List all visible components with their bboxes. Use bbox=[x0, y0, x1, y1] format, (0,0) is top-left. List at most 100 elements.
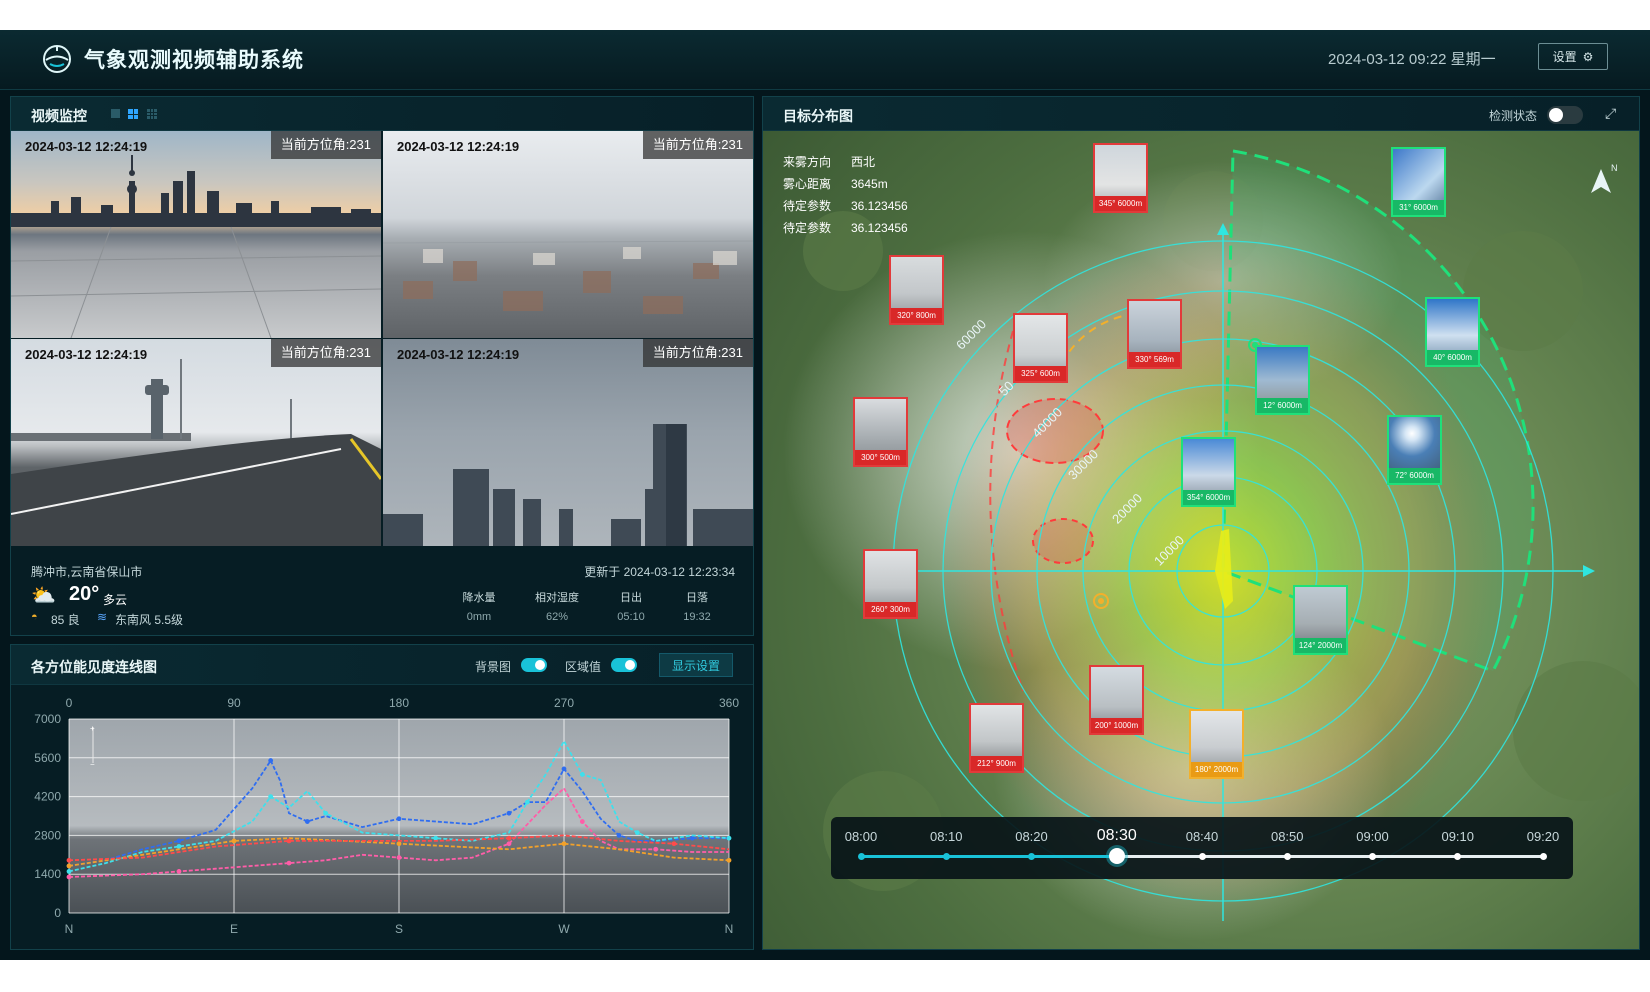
series-point bbox=[176, 869, 182, 874]
target-thumbnail[interactable]: 212° 900m bbox=[969, 703, 1024, 773]
timeline-tick-dot[interactable] bbox=[1454, 853, 1462, 860]
video-timestamp: 2024-03-12 12:24:19 bbox=[397, 347, 520, 362]
series-point bbox=[653, 846, 659, 852]
video-scene-skyline bbox=[11, 155, 381, 338]
y-tick-label: 0 bbox=[54, 906, 61, 920]
north-arrow-icon: N bbox=[1591, 163, 1618, 193]
background-toggle[interactable] bbox=[521, 658, 547, 672]
target-thumbnail[interactable]: 354° 6000m bbox=[1181, 437, 1236, 507]
threshold-toggle[interactable] bbox=[611, 658, 637, 672]
series-point bbox=[433, 835, 439, 841]
timeline-tick-dot[interactable] bbox=[1283, 853, 1291, 860]
series-point bbox=[268, 758, 274, 763]
layout-nine-icon[interactable] bbox=[147, 109, 157, 119]
target-thumbnail[interactable]: 330° 569m bbox=[1127, 299, 1182, 369]
visibility-panel: 各方位能见度连线图 背景图 区域值 显示设置 7000 5600 4200 2800 1… bbox=[10, 644, 754, 950]
stat-sunrise-label: 日出 bbox=[620, 592, 642, 604]
timeline-time-label[interactable]: 09:20 bbox=[1513, 829, 1573, 844]
svg-text:N: N bbox=[1611, 163, 1618, 173]
weather-location: 腾冲市,云南省保山市 bbox=[31, 565, 143, 579]
fullscreen-icon[interactable]: ⤢ bbox=[1605, 105, 1616, 122]
target-thumbnail[interactable]: 200° 1000m bbox=[1089, 665, 1144, 735]
aqi-icon: ◓ bbox=[31, 611, 38, 623]
target-thumbnail[interactable]: 40° 6000m bbox=[1425, 297, 1480, 367]
svg-text:−: − bbox=[90, 760, 95, 769]
timeline-time-label[interactable]: 08:00 bbox=[831, 829, 891, 844]
timeline-tick-dot[interactable] bbox=[1539, 853, 1547, 860]
video-tile-2[interactable]: 2024-03-12 12:24:19 当前方位角:231 bbox=[383, 131, 753, 338]
series-point bbox=[726, 857, 732, 863]
weather-strip: 腾冲市,云南省保山市 更新于 2024-03-12 12:23:34 ⛅ 20°… bbox=[11, 549, 753, 635]
timeline-tick-dot[interactable] bbox=[857, 853, 865, 860]
visibility-panel-header: 各方位能见度连线图 背景图 区域值 显示设置 bbox=[11, 645, 753, 685]
target-thumbnail[interactable]: 12° 6000m bbox=[1255, 345, 1310, 415]
weather-aqi: 85 良 bbox=[51, 613, 80, 627]
series-point bbox=[286, 860, 292, 866]
map-panel-title: 目标分布图 bbox=[783, 108, 853, 124]
settings-button[interactable]: 设置 ⚙ bbox=[1538, 43, 1608, 70]
video-panel-title: 视频监控 bbox=[31, 108, 87, 124]
series-point bbox=[524, 799, 530, 805]
layout-single-icon[interactable] bbox=[111, 109, 120, 118]
timeline-tick-dot[interactable] bbox=[1198, 853, 1206, 860]
video-timestamp: 2024-03-12 12:24:19 bbox=[25, 139, 148, 154]
video-scene-towers bbox=[383, 424, 753, 546]
series-point bbox=[231, 838, 237, 844]
video-tile-4[interactable]: 2024-03-12 12:24:19 当前方位角:231 bbox=[383, 339, 753, 546]
timeline-bar: 08:00 08:10 08:20 08:30 08:40 08:50 09:00 09:10… bbox=[831, 817, 1573, 879]
target-thumbnail[interactable]: 320° 800m bbox=[889, 255, 944, 325]
stat-humidity-label: 相对湿度 bbox=[535, 592, 579, 604]
x-tick-label-top: 360 bbox=[719, 696, 739, 710]
x-tick-label-bottom: S bbox=[395, 922, 403, 936]
map-canvas[interactable]: N 60000 50 40000 30000 20000 10000 来雾方向西… bbox=[763, 131, 1639, 949]
timeline-time-label[interactable]: 09:10 bbox=[1428, 829, 1488, 844]
y-tick-label: 5600 bbox=[34, 751, 61, 765]
x-tick-label-bottom: E bbox=[230, 922, 238, 936]
x-tick-label-bottom: N bbox=[65, 922, 74, 936]
stat-sunset-label: 日落 bbox=[686, 592, 708, 604]
series-point bbox=[561, 766, 567, 772]
chart-x-ticks-top: 0 90 180 270 360 bbox=[66, 696, 740, 710]
detection-status-toggle[interactable] bbox=[1547, 106, 1583, 124]
chart-y-ticks: 7000 5600 4200 2800 1400 0 bbox=[34, 712, 61, 920]
stat-precip-label: 降水量 bbox=[462, 592, 496, 604]
series-point bbox=[726, 835, 732, 841]
timeline-time-label[interactable]: 08:30 bbox=[1087, 827, 1147, 845]
timeline-time-label[interactable]: 08:20 bbox=[1002, 829, 1062, 844]
series-point bbox=[634, 830, 640, 836]
target-thumbnail[interactable]: 325° 600m bbox=[1013, 313, 1068, 383]
target-thumbnail[interactable]: 345° 6000m bbox=[1093, 143, 1148, 213]
video-tile-3[interactable]: 2024-03-12 12:24:19 当前方位角:231 bbox=[11, 339, 381, 546]
timeline-tick-dot[interactable] bbox=[942, 853, 950, 860]
stat-sunrise-value: 05:10 bbox=[617, 611, 645, 623]
series-point bbox=[689, 835, 695, 841]
datetime-display: 2024-03-12 09:22 星期一 bbox=[1328, 51, 1496, 68]
video-panel: 视频监控 2024-03-12 12:24:19 当前方位角:231 2024-… bbox=[10, 96, 754, 636]
target-thumbnail[interactable]: 31° 6000m bbox=[1391, 147, 1446, 217]
display-settings-button[interactable]: 显示设置 bbox=[659, 653, 733, 677]
series-point bbox=[304, 819, 310, 824]
timeline-time-label[interactable]: 08:50 bbox=[1257, 829, 1317, 844]
info-value: 西北 bbox=[851, 155, 876, 169]
series-point bbox=[268, 794, 274, 799]
layout-quad-icon[interactable] bbox=[128, 109, 138, 119]
video-timestamp: 2024-03-12 12:24:19 bbox=[25, 347, 148, 362]
timeline-time-label[interactable]: 08:10 bbox=[916, 829, 976, 844]
weather-logo-icon bbox=[43, 45, 71, 73]
timeline-time-label[interactable]: 09:00 bbox=[1343, 829, 1403, 844]
target-thumbnail[interactable]: 260° 300m bbox=[863, 549, 918, 619]
video-timestamp: 2024-03-12 12:24:19 bbox=[397, 139, 520, 154]
map-panel: 目标分布图 检测状态 ⤢ N 60000 50 40000 30000 2000… bbox=[762, 96, 1640, 950]
info-row: 待定参数 36.123456 bbox=[783, 195, 908, 217]
target-thumbnail[interactable]: 124° 2000m bbox=[1293, 585, 1348, 655]
target-thumbnail[interactable]: 72° 6000m bbox=[1387, 415, 1442, 485]
target-thumbnail[interactable]: 300° 500m bbox=[853, 397, 908, 467]
timeline-time-label[interactable]: 08:40 bbox=[1172, 829, 1232, 844]
timeline-tick-dot[interactable] bbox=[1028, 853, 1035, 860]
target-thumbnail[interactable]: 180° 2000m bbox=[1189, 709, 1244, 779]
video-azimuth-badge: 当前方位角:231 bbox=[642, 339, 753, 367]
series-point bbox=[66, 874, 72, 880]
timeline-tick-dot[interactable] bbox=[1369, 853, 1376, 860]
video-tile-1[interactable]: 2024-03-12 12:24:19 当前方位角:231 bbox=[11, 131, 381, 338]
timeline-handle[interactable] bbox=[1108, 848, 1125, 864]
